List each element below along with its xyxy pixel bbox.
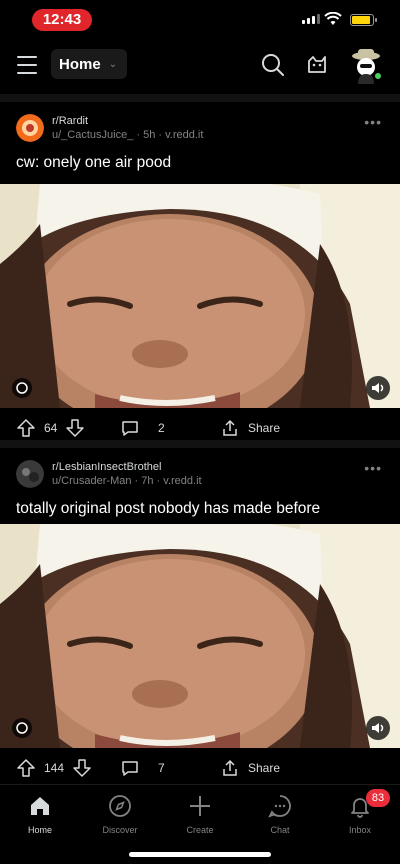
share-button[interactable]: Share — [220, 418, 280, 438]
post-video[interactable] — [0, 184, 400, 408]
post-video[interactable] — [0, 524, 400, 748]
menu-icon[interactable] — [17, 56, 37, 74]
share-button[interactable]: Share — [220, 758, 280, 778]
vote-group: 64 — [16, 418, 85, 438]
nav-label: Create — [186, 825, 214, 835]
status-bar: 12:43 — [0, 0, 400, 40]
nav-chat[interactable]: Chat — [240, 793, 320, 835]
vote-count: 144 — [44, 761, 65, 775]
comment-icon — [122, 761, 138, 776]
plus-icon — [190, 796, 210, 816]
downvote-icon[interactable] — [72, 758, 92, 778]
battery-cap — [375, 18, 377, 22]
nav-home[interactable]: Home — [0, 793, 80, 835]
chevron-down-icon: ⌄ — [108, 58, 118, 70]
nav-label: Home — [27, 825, 52, 835]
nav-label: Discover — [102, 825, 138, 835]
vote-group: 144 — [16, 758, 92, 778]
upvote-icon[interactable] — [16, 758, 36, 778]
reddit-video-badge-icon — [12, 718, 32, 738]
mute-toggle-icon[interactable] — [366, 376, 390, 400]
comments-button[interactable]: 2 — [120, 418, 165, 438]
chat-icon — [268, 795, 291, 818]
mute-toggle-icon[interactable] — [366, 716, 390, 740]
wifi-icon — [324, 12, 342, 25]
comments-button[interactable]: 7 — [120, 758, 165, 778]
share-icon — [223, 419, 237, 436]
post-actions: 144 7 Share — [0, 748, 400, 788]
home-icon — [31, 797, 49, 815]
comment-icon — [122, 421, 138, 436]
post-byline: u/_CactusJuice_ · 5h · v.redd.it — [52, 129, 204, 141]
share-label: Share — [248, 421, 281, 435]
nav-inbox[interactable]: 83 Inbox — [320, 789, 400, 835]
video-thumbnail — [0, 184, 400, 408]
more-options-icon[interactable]: ••• — [364, 114, 382, 130]
comment-count: 7 — [158, 761, 165, 775]
app-header: Home ⌄ — [0, 40, 400, 94]
subreddit-name[interactable]: r/LesbianInsectBrothel — [52, 461, 161, 473]
inbox-badge: 83 — [366, 789, 390, 807]
post-meta: r/LesbianInsectBrothel u/Crusader-Man · … — [0, 448, 400, 496]
post-card[interactable]: r/LesbianInsectBrothel u/Crusader-Man · … — [0, 448, 400, 784]
downvote-icon[interactable] — [65, 418, 85, 438]
post-separator — [0, 440, 400, 448]
post-title[interactable]: cw: onely one air pood — [16, 154, 171, 172]
coin-icon[interactable] — [304, 52, 330, 78]
post-meta: r/Rardit u/_CactusJuice_ · 5h · v.redd.i… — [0, 102, 400, 150]
online-status-dot — [374, 72, 382, 80]
vote-count: 64 — [44, 421, 58, 435]
post-card[interactable]: r/Rardit u/_CactusJuice_ · 5h · v.redd.i… — [0, 102, 400, 448]
video-thumbnail — [0, 524, 400, 748]
signal-icon — [302, 14, 320, 24]
post-byline: u/Crusader-Man · 7h · v.redd.it — [52, 475, 202, 487]
reddit-video-badge-icon — [12, 378, 32, 398]
feed-selector-label: Home — [59, 55, 101, 73]
feed-selector[interactable]: Home ⌄ — [51, 49, 127, 79]
battery-icon — [350, 14, 374, 26]
search-icon[interactable] — [260, 52, 286, 78]
avatar[interactable] — [346, 44, 386, 84]
status-time: 12:43 — [32, 9, 92, 31]
comment-count: 2 — [158, 421, 165, 435]
subreddit-icon[interactable] — [16, 460, 44, 488]
upvote-icon[interactable] — [16, 418, 36, 438]
share-label: Share — [248, 761, 281, 775]
nav-create[interactable]: Create — [160, 793, 240, 835]
subreddit-name[interactable]: r/Rardit — [52, 115, 88, 127]
subreddit-icon[interactable] — [16, 114, 44, 142]
compass-icon — [109, 795, 131, 817]
post-separator — [0, 94, 400, 102]
nav-label: Inbox — [348, 825, 372, 835]
share-icon — [223, 759, 237, 776]
nav-label: Chat — [270, 825, 290, 835]
post-title[interactable]: totally original post nobody has made be… — [16, 500, 320, 518]
home-indicator — [129, 852, 271, 857]
more-options-icon[interactable]: ••• — [364, 460, 382, 476]
nav-discover[interactable]: Discover — [80, 793, 160, 835]
